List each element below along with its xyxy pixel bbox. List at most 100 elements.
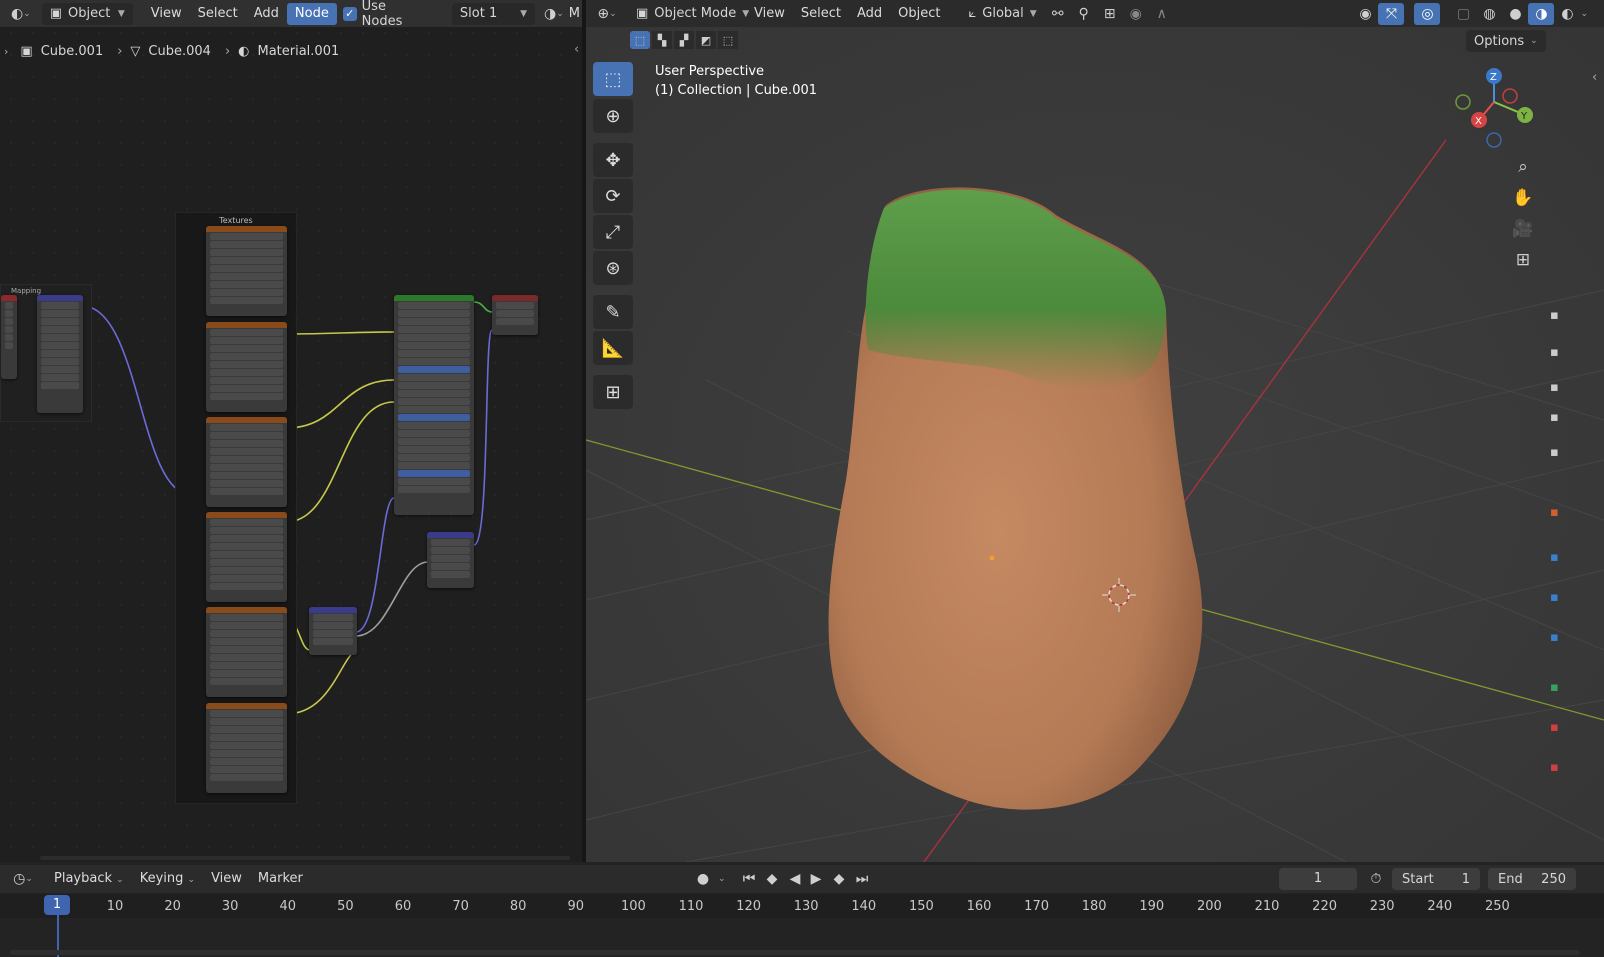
orientation-dropdown[interactable]: ⟀ Global ▼ bbox=[960, 3, 1044, 25]
viewport-menu-add[interactable]: Add bbox=[849, 3, 890, 25]
overlay-toggle-icon[interactable]: ◎ bbox=[1414, 2, 1441, 25]
wire-normalmap-to-bsdf bbox=[355, 497, 395, 633]
physics-icon[interactable]: ▪ bbox=[1550, 630, 1559, 645]
data-icon[interactable]: ▪ bbox=[1550, 680, 1559, 695]
modifier-icon[interactable]: ▪ bbox=[1550, 550, 1559, 565]
measure-icon[interactable]: 📐 bbox=[593, 331, 633, 365]
timeline-tick-label: 240 bbox=[1427, 899, 1453, 914]
options-dropdown[interactable]: Options ⌄ bbox=[1466, 30, 1546, 52]
principled-bsdf-node[interactable] bbox=[394, 295, 474, 515]
wireframe-shading-icon[interactable]: ◍ bbox=[1476, 3, 1502, 25]
timeline-menu-playback[interactable]: Playback ⌄ bbox=[46, 868, 132, 890]
image-texture-node-roughness[interactable] bbox=[206, 512, 287, 602]
mapping-frame[interactable]: Mapping bbox=[0, 284, 92, 422]
scene-icon[interactable]: ▪ bbox=[1550, 445, 1559, 460]
normal-map-node[interactable] bbox=[309, 607, 357, 655]
viewport-editor-icon[interactable]: ⊕ ⌄ bbox=[594, 3, 620, 25]
select-extend-icon[interactable]: ▚ bbox=[652, 31, 672, 49]
timeline-menu-keying[interactable]: Keying ⌄ bbox=[132, 868, 203, 890]
image-texture-node-displacement[interactable] bbox=[206, 703, 287, 793]
chevron-down-icon[interactable]: ⌄ bbox=[718, 874, 726, 884]
viewport-area[interactable]: ⊕ ⌄ ▣ Object Mode ▼ View Select Add Objec… bbox=[586, 0, 1604, 862]
chevron-down-icon[interactable]: ⌄ bbox=[1580, 9, 1588, 19]
mode-dropdown[interactable]: ▣ Object Mode ▼ bbox=[628, 3, 749, 25]
transform-icon[interactable]: ⊛ bbox=[593, 251, 633, 285]
navigation-gizmo[interactable]: Z Y X bbox=[1446, 64, 1536, 154]
timeline-tick-label: 70 bbox=[452, 899, 469, 914]
select-box-icon[interactable]: ⬚ bbox=[593, 62, 633, 96]
stopwatch-icon[interactable]: ⏱ bbox=[1363, 868, 1389, 890]
image-texture-node-ao[interactable] bbox=[206, 226, 287, 316]
rendered-shading-icon[interactable]: ◐ bbox=[1554, 3, 1580, 25]
solid-shading-icon[interactable]: ● bbox=[1502, 3, 1528, 25]
timeline-scrollbar[interactable] bbox=[10, 950, 1580, 955]
start-frame-field[interactable]: Start 1 bbox=[1392, 868, 1480, 890]
playhead[interactable]: 1 bbox=[44, 895, 70, 915]
view-layer-icon[interactable]: ▪ bbox=[1550, 410, 1559, 425]
particle-icon[interactable]: ▪ bbox=[1550, 590, 1559, 605]
texcoord-node[interactable] bbox=[1, 295, 17, 379]
timeline-tick-label: 30 bbox=[221, 899, 239, 914]
displacement-node[interactable] bbox=[427, 532, 474, 588]
timeline-tick-label: 170 bbox=[1024, 899, 1049, 914]
add-cube-icon[interactable]: ⊞ bbox=[593, 375, 633, 409]
record-icon[interactable]: ● bbox=[690, 868, 716, 890]
sidebar-collapse-arrow-icon[interactable]: ‹ bbox=[1592, 70, 1597, 85]
timeline-tick-label: 160 bbox=[966, 899, 992, 914]
xray-icon[interactable]: ▢ bbox=[1450, 3, 1476, 25]
pivot-icon[interactable]: ⚯ bbox=[1045, 3, 1071, 25]
select-new-icon[interactable]: ⬚ bbox=[630, 31, 650, 49]
visibility-icon[interactable]: ◉ bbox=[1352, 3, 1378, 25]
select-subtract-icon[interactable]: ▞ bbox=[674, 31, 694, 49]
jump-end-icon[interactable]: ⏭ bbox=[849, 868, 875, 890]
properties-edge-strip: ▪ ▪ ▪ ▪ ▪ ▪ ▪ ▪ ▪ ▪ ▪ ▪ bbox=[1550, 300, 1604, 820]
select-intersect-icon[interactable]: ⬚ bbox=[718, 31, 738, 49]
ortho-grid-icon[interactable]: ⊞ bbox=[1510, 249, 1536, 271]
falloff-icon[interactable]: ∧ bbox=[1149, 3, 1175, 25]
timeline-menu-view[interactable]: View bbox=[203, 868, 250, 890]
tool-icon[interactable]: ▪ bbox=[1550, 308, 1559, 323]
scale-icon[interactable]: ⤢ bbox=[593, 215, 633, 249]
viewport-menu-object[interactable]: Object bbox=[890, 3, 948, 25]
material-output-node[interactable] bbox=[492, 295, 538, 335]
world-icon[interactable]: ▪ bbox=[1550, 505, 1559, 520]
viewport-menu-select[interactable]: Select bbox=[793, 3, 849, 25]
proportional-edit-icon[interactable]: ◉ bbox=[1123, 3, 1149, 25]
snap-target-icon[interactable]: ⊞ bbox=[1097, 3, 1123, 25]
pan-hand-icon[interactable]: ✋ bbox=[1510, 187, 1536, 209]
timeline-tick-label: 220 bbox=[1312, 899, 1337, 914]
orientation-icon: ⟀ bbox=[968, 5, 977, 21]
zoom-icon[interactable]: ⌕ bbox=[1510, 156, 1536, 178]
snap-icon[interactable]: ⚲ bbox=[1071, 3, 1097, 25]
annotate-icon[interactable]: ✎ bbox=[593, 295, 633, 329]
wire-disp-height bbox=[355, 561, 429, 637]
gizmo-toggle-icon[interactable]: ⤧ bbox=[1378, 2, 1405, 25]
gizmo-x-label: X bbox=[1475, 116, 1482, 127]
image-texture-node-normal[interactable] bbox=[206, 607, 287, 697]
image-texture-node-basecolor[interactable] bbox=[206, 322, 287, 412]
end-frame-field[interactable]: End 250 bbox=[1488, 868, 1576, 890]
image-texture-node-metallic[interactable] bbox=[206, 417, 287, 507]
material-shading-icon[interactable]: ◑ bbox=[1528, 2, 1555, 25]
node-editor-area[interactable]: ◐ ⌄ ▣ Object ▼ View Select Add Node ✓ Use… bbox=[0, 0, 582, 862]
cursor-icon[interactable]: ⊕ bbox=[593, 99, 633, 133]
mapping-node[interactable] bbox=[37, 295, 83, 413]
render-icon[interactable]: ▪ bbox=[1550, 345, 1559, 360]
current-frame-field[interactable]: 1 bbox=[1279, 868, 1357, 890]
texture-props-icon[interactable]: ▪ bbox=[1550, 760, 1559, 775]
gizmo-z-label: Z bbox=[1490, 72, 1497, 83]
select-invert-icon[interactable]: ◩ bbox=[696, 31, 716, 49]
move-icon[interactable]: ✥ bbox=[593, 143, 633, 177]
wire-disp-out bbox=[473, 329, 493, 546]
output-icon[interactable]: ▪ bbox=[1550, 380, 1559, 395]
rotate-icon[interactable]: ⟳ bbox=[593, 179, 633, 213]
material-props-icon[interactable]: ▪ bbox=[1550, 720, 1559, 735]
viewport-menu-view[interactable]: View bbox=[746, 3, 793, 25]
timeline-tick-label: 210 bbox=[1254, 899, 1280, 914]
origin-dot bbox=[989, 555, 995, 561]
timeline-editor-icon[interactable]: ◷ ⌄ bbox=[10, 868, 36, 890]
timeline-menu-marker[interactable]: Marker bbox=[250, 868, 311, 890]
camera-icon[interactable]: 🎥 bbox=[1510, 218, 1536, 240]
node-editor-scrollbar[interactable] bbox=[40, 856, 570, 860]
timeline-area[interactable]: ◷ ⌄ Playback ⌄ Keying ⌄ View Marker ● ⌄ ⏮… bbox=[0, 862, 1604, 957]
